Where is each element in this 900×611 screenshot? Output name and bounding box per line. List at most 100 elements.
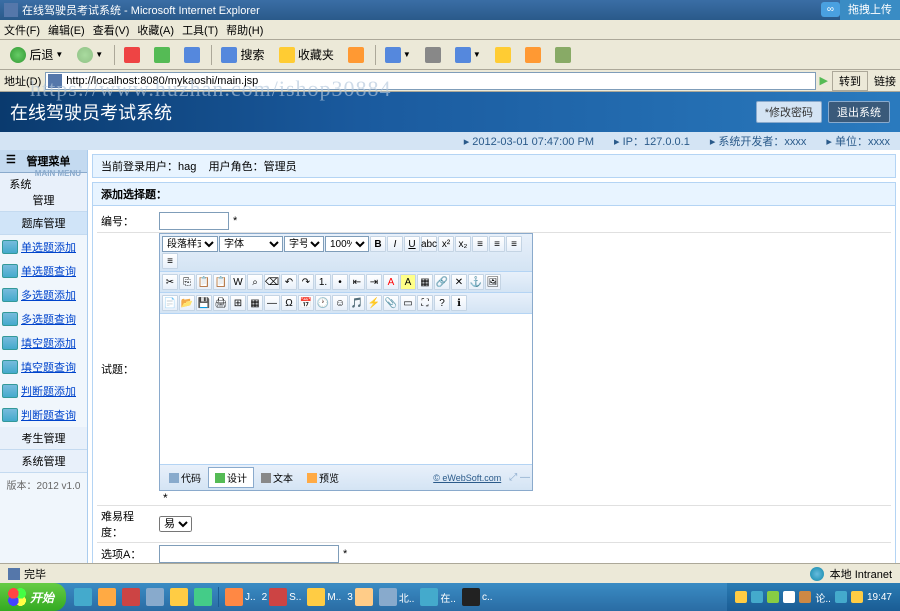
input-number[interactable] [159, 212, 229, 230]
remove-format-button[interactable]: ⌫ [264, 274, 280, 290]
tray-icon[interactable] [835, 591, 847, 603]
table-prop-button[interactable]: ▦ [247, 295, 263, 311]
logout-button[interactable]: 退出系统 [828, 101, 890, 123]
tab-code[interactable]: 代码 [162, 467, 208, 488]
tray-icon[interactable] [767, 591, 779, 603]
tab-preview[interactable]: 预览 [300, 467, 346, 488]
sidebar-link-fill-query[interactable]: 填空题查询 [0, 355, 87, 379]
back-button[interactable]: 后退▼ [4, 44, 69, 65]
open-button[interactable]: 📂 [179, 295, 195, 311]
task-group-zai[interactable]: 在.. [420, 588, 456, 606]
copy-button[interactable]: ⎘ [179, 274, 195, 290]
sidebar-section-student[interactable]: 考生管理 [0, 427, 87, 450]
italic-button[interactable]: I [387, 236, 403, 252]
favorites-button[interactable]: 收藏夹 [273, 44, 340, 65]
print-button[interactable] [419, 45, 447, 65]
tray-icon[interactable] [799, 591, 811, 603]
tray-icon[interactable] [751, 591, 763, 603]
hr-button[interactable]: — [264, 295, 280, 311]
tray-icon[interactable] [783, 591, 795, 603]
tab-text[interactable]: 文本 [254, 467, 300, 488]
research-button[interactable] [549, 45, 577, 65]
task-group-c[interactable]: c.. [462, 588, 493, 606]
find-button[interactable]: ⌕ [247, 274, 263, 290]
tray-lun[interactable]: 论.. [815, 590, 831, 605]
forward-button[interactable]: ▼ [71, 45, 109, 65]
sub-button[interactable]: x₂ [455, 236, 471, 252]
menu-favorites[interactable]: 收藏(A) [137, 22, 174, 38]
cloud-badge[interactable]: ∞ [821, 2, 840, 17]
menu-help[interactable]: 帮助(H) [226, 22, 263, 38]
sidebar-link-multi-query[interactable]: 多选题查询 [0, 307, 87, 331]
messenger-button[interactable] [519, 45, 547, 65]
ql-icon[interactable] [194, 588, 212, 606]
super-button[interactable]: x² [438, 236, 454, 252]
indent-button[interactable]: ⇥ [366, 274, 382, 290]
menu-tools[interactable]: 工具(T) [182, 22, 218, 38]
about-button[interactable]: ? [434, 295, 450, 311]
ql-icon[interactable] [122, 588, 140, 606]
symbol-button[interactable]: Ω [281, 295, 297, 311]
sidebar-link-judge-query[interactable]: 判断题查询 [0, 403, 87, 427]
strike-button[interactable]: abc [421, 236, 437, 252]
sidebar-link-fill-add[interactable]: 填空题添加 [0, 331, 87, 355]
flash-button[interactable]: ⚡ [366, 295, 382, 311]
mail-button[interactable]: ▼ [379, 45, 417, 65]
help-button[interactable]: ℹ [451, 295, 467, 311]
media-button[interactable]: 🎵 [349, 295, 365, 311]
undo-button[interactable]: ↶ [281, 274, 297, 290]
change-password-button[interactable]: *修改密码 [756, 101, 822, 123]
edit-button[interactable]: ▼ [449, 45, 487, 65]
search-button[interactable]: 搜索 [215, 44, 270, 65]
paste-text-button[interactable]: 📋 [213, 274, 229, 290]
zoom-select[interactable]: 100% [325, 236, 369, 252]
cut-button[interactable]: ✂ [162, 274, 178, 290]
bgcolor-button[interactable]: ▦ [417, 274, 433, 290]
format-select[interactable]: 段落样式 [162, 236, 218, 252]
align-justify-button[interactable]: ≡ [162, 253, 178, 269]
emot-button[interactable]: ☺ [332, 295, 348, 311]
editor-expand-icon[interactable]: ⤢ — [509, 472, 530, 483]
date-button[interactable]: 📅 [298, 295, 314, 311]
save-button[interactable]: 💾 [196, 295, 212, 311]
align-right-button[interactable]: ≡ [506, 236, 522, 252]
sidebar-section-system2[interactable]: 系统管理 [0, 450, 87, 473]
tab-design[interactable]: 设计 [208, 467, 254, 488]
input-option-a[interactable] [159, 545, 339, 563]
task-group-m[interactable]: M.. [307, 588, 341, 606]
refresh-button[interactable] [148, 45, 176, 65]
backcolor-button[interactable]: A [400, 274, 416, 290]
ql-icon[interactable] [74, 588, 92, 606]
ql-icon[interactable] [146, 588, 164, 606]
tray-icon[interactable] [851, 591, 863, 603]
menu-file[interactable]: 文件(F) [4, 22, 40, 38]
task-group-bei[interactable]: 北.. [379, 588, 415, 606]
editor-textarea[interactable] [160, 314, 532, 464]
form-button[interactable]: ▭ [400, 295, 416, 311]
sidebar-section-system[interactable]: 系统管理 [0, 173, 87, 212]
task-group-folder[interactable]: 3 [347, 588, 373, 606]
anchor-button[interactable]: ⚓ [468, 274, 484, 290]
sidebar-link-multi-add[interactable]: 多选题添加 [0, 283, 87, 307]
start-button[interactable]: 开始 [0, 583, 66, 611]
align-center-button[interactable]: ≡ [489, 236, 505, 252]
menu-view[interactable]: 查看(V) [93, 22, 130, 38]
home-button[interactable] [178, 45, 206, 65]
paste-word-button[interactable]: W [230, 274, 246, 290]
sidebar-section-question-bank[interactable]: 题库管理 [0, 212, 87, 235]
menu-edit[interactable]: 编辑(E) [48, 22, 85, 38]
editor-credit[interactable]: © eWebSoft.com [433, 473, 501, 483]
time-button[interactable]: 🕐 [315, 295, 331, 311]
outdent-button[interactable]: ⇤ [349, 274, 365, 290]
bold-button[interactable]: B [370, 236, 386, 252]
image-button[interactable]: 🖼 [485, 274, 501, 290]
stop-button[interactable] [118, 45, 146, 65]
sidebar-link-single-add[interactable]: 单选题添加 [0, 235, 87, 259]
unlink-button[interactable]: ✕ [451, 274, 467, 290]
task-group-j[interactable]: J.. [225, 588, 256, 606]
links-label[interactable]: 链接 [874, 73, 896, 89]
sidebar-link-judge-add[interactable]: 判断题添加 [0, 379, 87, 403]
ql-icon[interactable] [170, 588, 188, 606]
tray-icon[interactable] [735, 591, 747, 603]
discuss-button[interactable] [489, 45, 517, 65]
